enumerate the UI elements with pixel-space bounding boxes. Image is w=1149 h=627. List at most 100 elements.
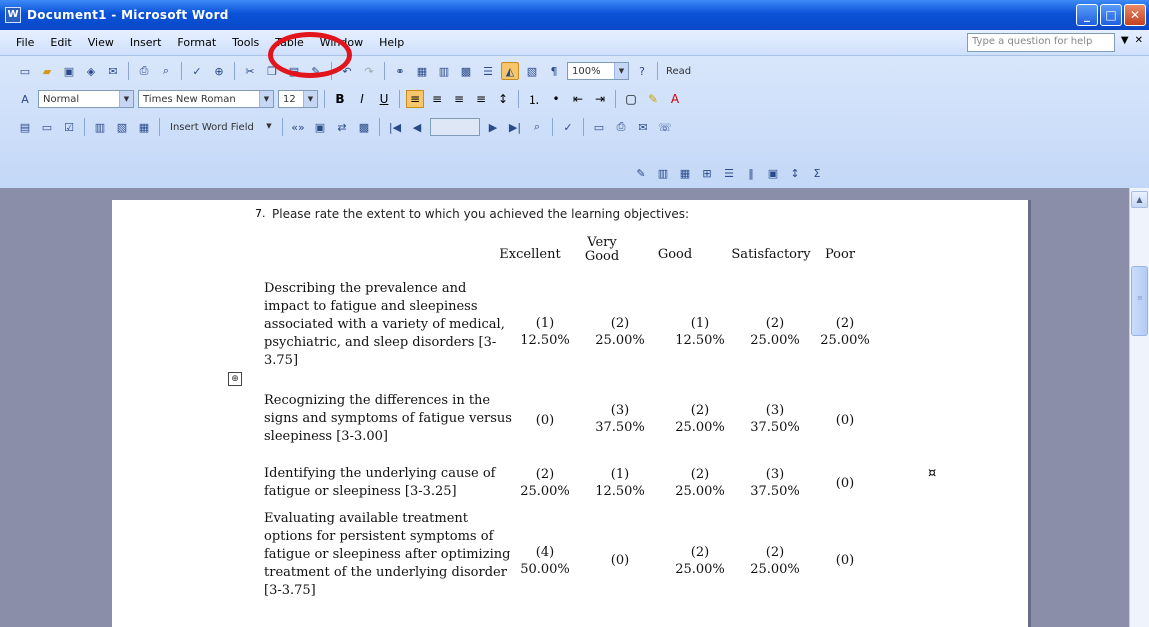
table-cell-count: (2) (835, 316, 855, 331)
align-center-button[interactable]: ≡ (428, 90, 446, 108)
minimize-button[interactable]: _ (1076, 4, 1098, 26)
word-app-icon[interactable]: W (5, 7, 21, 23)
main-document-setup-icon[interactable]: ▤ (16, 118, 34, 136)
open-data-source-icon[interactable]: ▭ (38, 118, 56, 136)
style-dropdown[interactable]: Normal ▼ (38, 90, 134, 108)
underline-button[interactable]: U (375, 90, 393, 108)
line-spacing-button[interactable]: ↕ (494, 90, 512, 108)
styles-icon[interactable]: A (16, 90, 34, 108)
maximize-button[interactable]: □ (1100, 4, 1122, 26)
font-color-button[interactable]: A (666, 90, 684, 108)
table-cell-percent: 25.00% (675, 484, 725, 499)
increase-indent-button[interactable]: ⇥ (591, 90, 609, 108)
draw-table-icon[interactable]: ✎ (632, 164, 650, 182)
bullets-button[interactable]: • (547, 90, 565, 108)
columns-icon[interactable]: ☰ (479, 62, 497, 80)
menu-view[interactable]: View (80, 34, 122, 51)
insert-merge-fields-icon[interactable]: ▦ (135, 118, 153, 136)
zoom-dropdown[interactable]: 100% ▼ (567, 62, 629, 80)
distribute-rows-icon[interactable]: ☰ (720, 164, 738, 182)
document-map-icon[interactable]: ▧ (523, 62, 541, 80)
font-dropdown[interactable]: Times New Roman ▼ (138, 90, 274, 108)
table-move-handle-icon[interactable]: ⊕ (228, 372, 242, 386)
insert-greeting-line-icon[interactable]: ▧ (113, 118, 131, 136)
close-button[interactable]: ✕ (1124, 4, 1146, 26)
split-cells-icon[interactable]: ▦ (676, 164, 694, 182)
highlight-button[interactable]: ✎ (644, 90, 662, 108)
cut-icon[interactable]: ✂ (241, 62, 259, 80)
align-left-button[interactable]: ≡ (406, 90, 424, 108)
merge-to-printer-icon[interactable]: ⎙ (612, 118, 630, 136)
drawing-icon[interactable]: ◭ (501, 62, 519, 80)
vertical-scrollbar[interactable]: ▲ ≡ (1129, 188, 1149, 627)
merge-cells-icon[interactable]: ▥ (654, 164, 672, 182)
sort-icon[interactable]: ↕ (786, 164, 804, 182)
italic-button[interactable]: I (353, 90, 371, 108)
font-size-dropdown[interactable]: 12 ▼ (278, 90, 318, 108)
insert-excel-icon[interactable]: ▩ (457, 62, 475, 80)
table-row-label: Identifying the underlying cause of fati… (264, 466, 496, 499)
email-icon[interactable]: ✉ (104, 62, 122, 80)
distribute-columns-icon[interactable]: ‖ (742, 164, 760, 182)
print-preview-icon[interactable]: ⌕ (157, 62, 175, 80)
help-dropdown-icon[interactable]: ▼ (1121, 35, 1129, 46)
help-icon[interactable]: ? (633, 62, 651, 80)
insert-address-block-icon[interactable]: ▥ (91, 118, 109, 136)
insert-table-icon[interactable]: ▥ (435, 62, 453, 80)
scrollbar-thumb[interactable]: ≡ (1131, 266, 1148, 336)
hyperlink-icon[interactable]: ⚭ (391, 62, 409, 80)
mail-merge-recipients-icon[interactable]: ☑ (60, 118, 78, 136)
propagate-labels-icon[interactable]: ▩ (355, 118, 373, 136)
tables-borders-toolbar: ✎ ▥ ▦ ⊞ ☰ ‖ ▣ ↕ Σ (622, 160, 856, 186)
redo-icon[interactable]: ↷ (360, 62, 378, 80)
permission-icon[interactable]: ◈ (82, 62, 100, 80)
previous-record-icon[interactable]: ◀ (408, 118, 426, 136)
find-entry-icon[interactable]: ⌕ (528, 118, 546, 136)
last-record-icon[interactable]: ▶| (506, 118, 524, 136)
menu-help[interactable]: Help (371, 34, 412, 51)
tables-borders-icon[interactable]: ▦ (413, 62, 431, 80)
align-cells-icon[interactable]: ⊞ (698, 164, 716, 182)
menu-file[interactable]: File (8, 34, 42, 51)
table-cell-percent: 25.00% (750, 562, 800, 577)
menu-edit[interactable]: Edit (42, 34, 79, 51)
print-icon[interactable]: ⎙ (135, 62, 153, 80)
spelling-icon[interactable]: ✓ (188, 62, 206, 80)
justify-button[interactable]: ≡ (472, 90, 490, 108)
column-header-poor: Poor (824, 247, 856, 262)
table-cell-percent: 37.50% (750, 420, 800, 435)
help-question-input[interactable]: Type a question for help (967, 33, 1115, 52)
merge-to-fax-icon[interactable]: ☏ (656, 118, 674, 136)
open-folder-icon[interactable]: ▰ (38, 62, 56, 80)
merge-to-email-icon[interactable]: ✉ (634, 118, 652, 136)
first-record-icon[interactable]: |◀ (386, 118, 404, 136)
menu-insert[interactable]: Insert (122, 34, 170, 51)
red-circle-annotation (268, 32, 352, 78)
close-document-icon[interactable]: ✕ (1135, 35, 1143, 46)
read-button[interactable]: Read (662, 66, 695, 77)
decrease-indent-button[interactable]: ⇤ (569, 90, 587, 108)
align-right-button[interactable]: ≡ (450, 90, 468, 108)
table-cell-count: (4) (535, 545, 555, 560)
menu-format[interactable]: Format (169, 34, 224, 51)
autoformat-icon[interactable]: ▣ (764, 164, 782, 182)
match-fields-icon[interactable]: ⇄ (333, 118, 351, 136)
question-number: 7. (255, 207, 266, 220)
highlight-fields-icon[interactable]: ▣ (311, 118, 329, 136)
show-hide-icon[interactable]: ¶ (545, 62, 563, 80)
numbering-button[interactable]: ⒈ (525, 90, 543, 108)
bold-button[interactable]: B (331, 90, 349, 108)
go-to-record-input[interactable] (430, 118, 480, 136)
autosum-icon[interactable]: Σ (808, 164, 826, 182)
check-errors-icon[interactable]: ✓ (559, 118, 577, 136)
next-record-icon[interactable]: ▶ (484, 118, 502, 136)
menu-tools[interactable]: Tools (224, 34, 267, 51)
merge-to-document-icon[interactable]: ▭ (590, 118, 608, 136)
view-merged-data-icon[interactable]: «» (289, 118, 307, 136)
save-icon[interactable]: ▣ (60, 62, 78, 80)
research-icon[interactable]: ⊕ (210, 62, 228, 80)
border-button[interactable]: ▢ (622, 90, 640, 108)
new-document-icon[interactable]: ▭ (16, 62, 34, 80)
scroll-up-icon[interactable]: ▲ (1131, 191, 1148, 208)
insert-word-field-dropdown[interactable]: Insert Word Field ▼ (166, 118, 276, 136)
